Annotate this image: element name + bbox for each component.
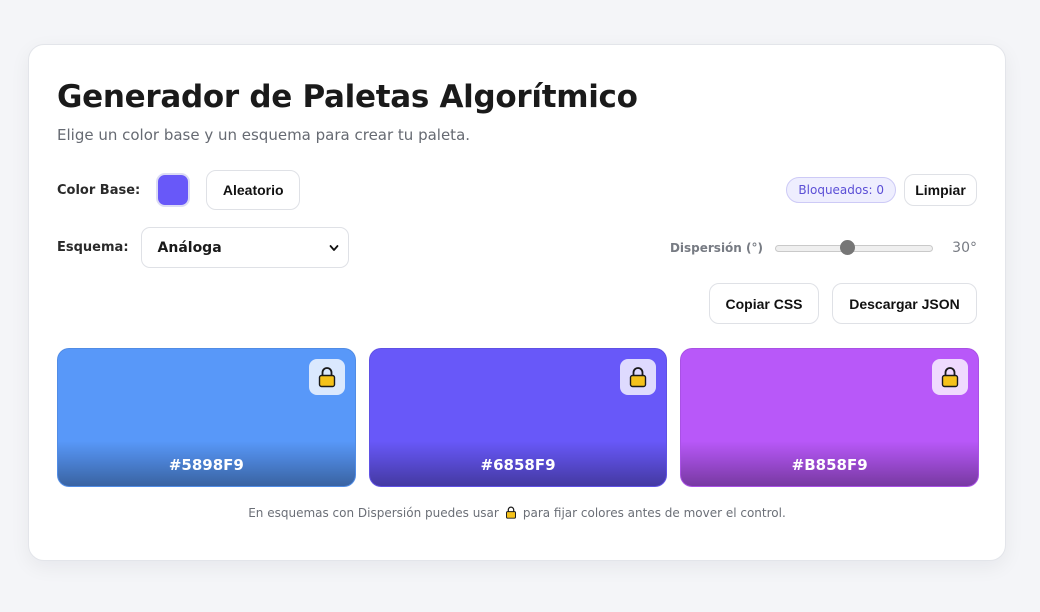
dispersion-label: Dispersión (°) [669,240,763,255]
palette-swatch[interactable]: #5898F9 [57,348,356,487]
footnote: En esquemas con Dispersión puedes usar p… [29,505,1005,520]
scheme-select-value: Análoga [157,239,222,256]
footnote-text-after: para fijar colores antes de mover el con… [522,505,786,520]
lock-button[interactable] [620,359,657,395]
lock-icon [941,367,959,388]
lock-icon [630,367,647,388]
lock-icon [318,367,335,388]
slider-thumb[interactable] [840,239,856,255]
palette-swatches: #5898F9 #6858F9 #B858F9 [57,348,980,487]
base-color-picker[interactable] [156,173,191,207]
dispersion-slider[interactable] [775,239,933,256]
lock-button[interactable] [308,359,345,395]
page-title: Generador de Paletas Algorítmico [57,79,638,115]
swatch-hex: #B858F9 [791,456,868,474]
palette-generator-card: Generador de Paletas Algorítmico Elige u… [28,44,1006,561]
swatch-hex: #6858F9 [480,456,556,474]
copy-css-button[interactable]: Copiar CSS [709,283,819,324]
clear-button[interactable]: Limpiar [904,174,977,206]
lock-icon [505,505,517,520]
palette-swatch[interactable]: #6858F9 [368,348,668,487]
scheme-select[interactable]: Análoga [140,227,349,268]
page-subtitle: Elige un color base y un esquema para cr… [57,126,471,144]
download-json-button[interactable]: Descargar JSON [832,283,977,324]
base-color-row: Color Base: Aleatorio Bloqueados: 0 Limp… [57,170,977,210]
scheme-row: Esquema: Análoga Dispersión (°) 30° [57,227,977,268]
locked-count-badge: Bloqueados: 0 [786,177,896,203]
random-button[interactable]: Aleatorio [206,170,301,210]
dispersion-value: 30° [952,239,977,256]
swatch-hex: #5898F9 [168,456,244,474]
palette-swatch[interactable]: #B858F9 [680,348,980,487]
base-color-label: Color Base: [57,182,141,198]
scheme-label: Esquema: [57,240,129,255]
export-row: Copiar CSS Descargar JSON [57,283,977,324]
footnote-text-before: En esquemas con Dispersión puedes usar [248,505,499,520]
chevron-down-icon [329,244,338,251]
lock-button[interactable] [932,359,969,395]
